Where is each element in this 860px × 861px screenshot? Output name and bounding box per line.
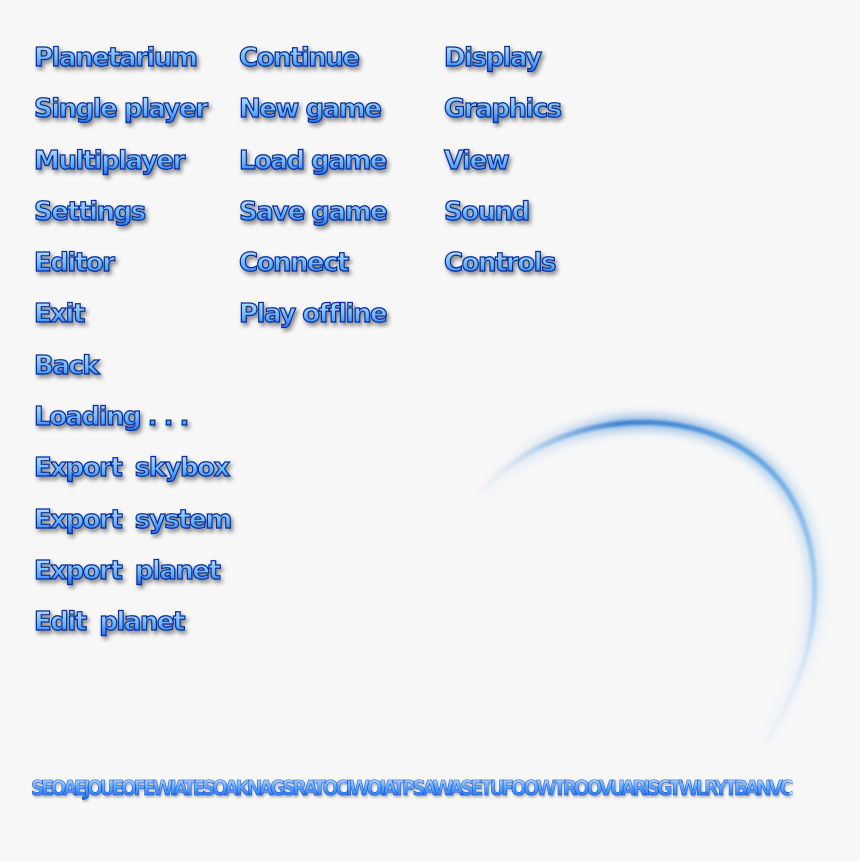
menu-item-connect[interactable]: Connect <box>238 245 386 296</box>
menu-item-export-planet[interactable]: Export planet <box>33 553 231 604</box>
menu-item-single-player[interactable]: Single player <box>33 91 231 142</box>
menu-column-options: Display Graphics View Sound Controls <box>443 40 562 296</box>
menu-column-main: Planetarium Single player Multiplayer Se… <box>33 40 233 656</box>
menu-item-editor[interactable]: Editor <box>33 245 231 296</box>
menu-item-display[interactable]: Display <box>443 40 561 91</box>
menu-item-back[interactable]: Back <box>33 348 231 399</box>
loading-label: Loading . . . <box>33 399 231 450</box>
menu-item-exit[interactable]: Exit <box>33 296 231 347</box>
menu-item-play-offline[interactable]: Play offline <box>238 296 388 347</box>
menu-item-load-game[interactable]: Load game <box>238 143 388 194</box>
menu-item-view[interactable]: View <box>443 143 561 194</box>
menu-item-export-system[interactable]: Export system <box>33 502 233 553</box>
glyph-sample-strip: SEOAEJOUEOFEWIATESOAKNAGSRATOCIWOIATPSAW… <box>31 776 794 801</box>
menu-item-sound[interactable]: Sound <box>443 194 561 245</box>
menu-item-controls[interactable]: Controls <box>443 245 561 296</box>
menu-item-edit-planet[interactable]: Edit planet <box>33 604 231 655</box>
menu-item-new-game[interactable]: New game <box>238 91 386 142</box>
menu-item-save-game[interactable]: Save game <box>238 194 388 245</box>
menu-item-planetarium[interactable]: Planetarium <box>33 40 231 91</box>
menu-column-game: Continue New game Load game Save game Co… <box>238 40 388 348</box>
menu-item-multiplayer[interactable]: Multiplayer <box>33 143 231 194</box>
menu-item-continue[interactable]: Continue <box>238 40 386 91</box>
menu-item-graphics[interactable]: Graphics <box>443 91 562 142</box>
menu-item-settings[interactable]: Settings <box>33 194 231 245</box>
menu-item-export-skybox[interactable]: Export skybox <box>33 450 230 501</box>
